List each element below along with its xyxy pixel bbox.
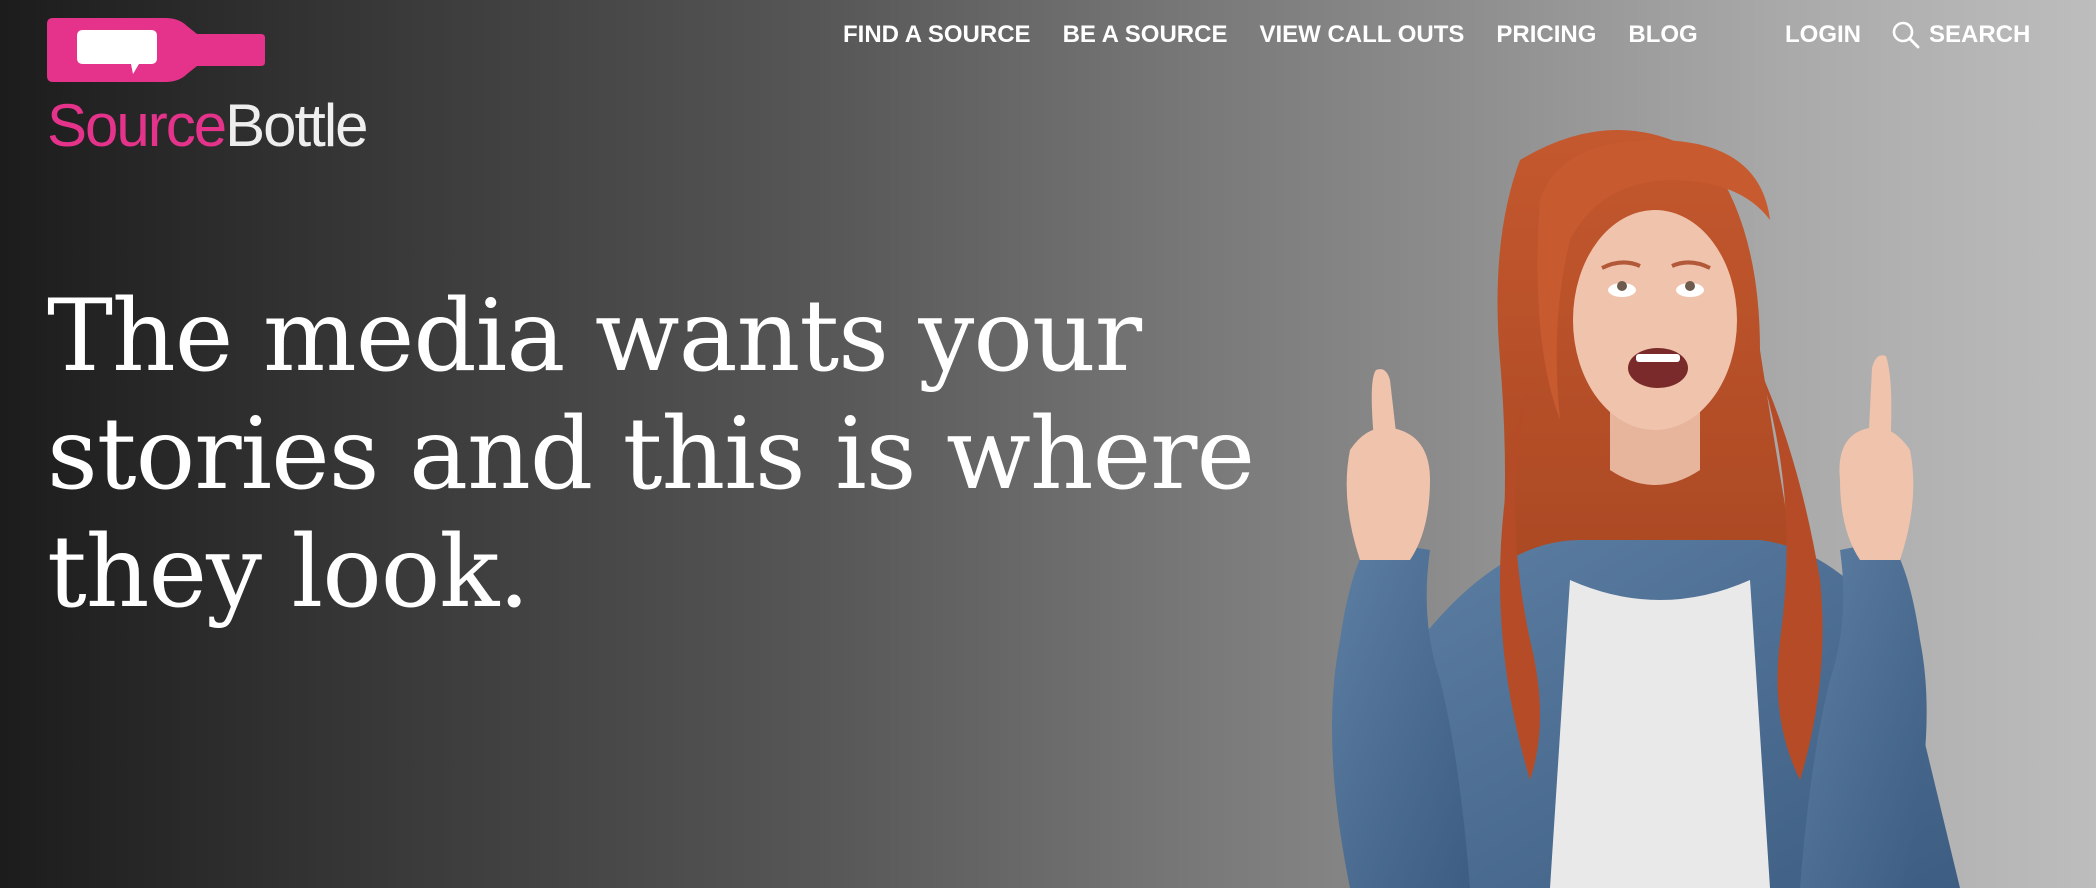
headline-line-1: The media wants your <box>47 279 1142 394</box>
search-icon <box>1892 21 1920 49</box>
bottle-speech-icon <box>47 18 265 82</box>
logo-wordmark: SourceBottle <box>47 86 369 166</box>
nav-pricing[interactable]: PRICING <box>1496 21 1596 49</box>
logo-source-text: Source <box>47 92 227 159</box>
hero-woman-image <box>1332 130 1960 888</box>
headline-line-2: stories and this is where <box>47 397 1255 512</box>
search-button[interactable]: SEARCH <box>1891 20 2030 50</box>
nav-blog[interactable]: BLOG <box>1628 21 1697 49</box>
hero-headline: The media wants your stories and this is… <box>47 278 1255 632</box>
hero-section: SourceBottle FIND A SOURCE BE A SOURCE V… <box>0 0 2096 888</box>
headline-line-3: they look. <box>47 515 530 630</box>
logo-bottle-text: Bottle <box>225 92 368 159</box>
nav-be-a-source[interactable]: BE A SOURCE <box>1063 21 1228 49</box>
nav-view-call-outs[interactable]: VIEW CALL OUTS <box>1259 21 1464 49</box>
sourcebottle-logo[interactable]: SourceBottle <box>47 18 447 159</box>
account-nav: LOGIN SEARCH <box>1785 18 2030 52</box>
main-nav: FIND A SOURCE BE A SOURCE VIEW CALL OUTS… <box>843 18 1730 52</box>
nav-find-a-source[interactable]: FIND A SOURCE <box>843 21 1031 49</box>
search-label: SEARCH <box>1929 21 2031 48</box>
login-link[interactable]: LOGIN <box>1785 21 1861 49</box>
